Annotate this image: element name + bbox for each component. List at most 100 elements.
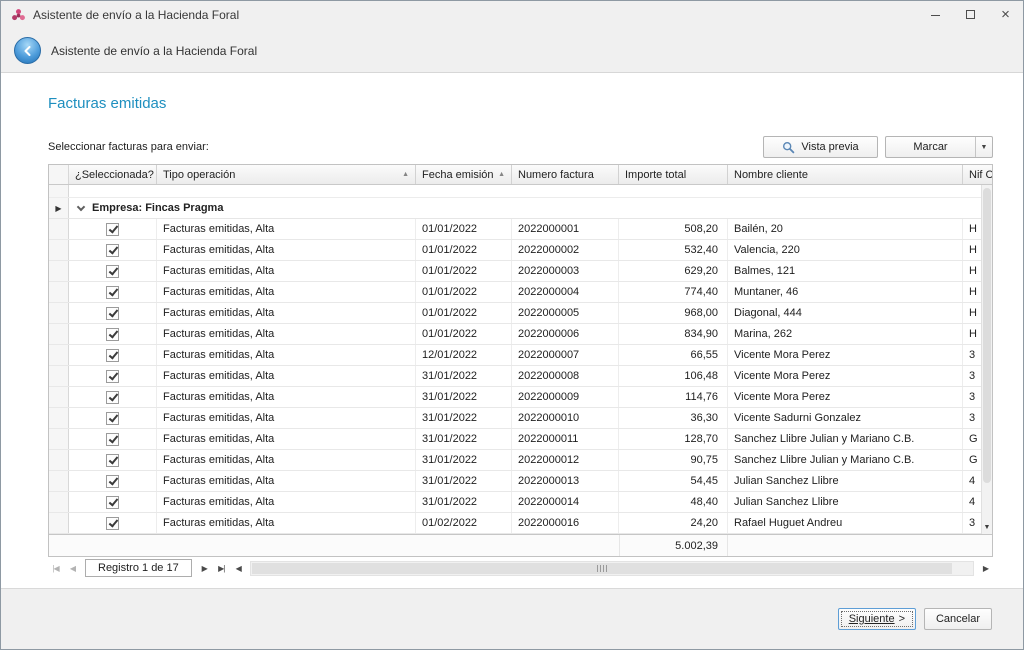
cell-nombre-cliente: Balmes, 121 bbox=[728, 261, 963, 281]
cell-seleccionada[interactable] bbox=[69, 219, 157, 239]
table-row[interactable]: Facturas emitidas, Alta 31/01/2022 20220… bbox=[49, 471, 981, 492]
row-indicator-cell bbox=[49, 185, 69, 197]
row-checkbox[interactable] bbox=[106, 265, 119, 278]
row-checkbox[interactable] bbox=[106, 223, 119, 236]
summary-spacer bbox=[49, 535, 619, 556]
column-header-tipo-operacion[interactable]: Tipo operación ▲ bbox=[157, 165, 416, 184]
row-checkbox[interactable] bbox=[106, 328, 119, 341]
first-record-button[interactable]: |◀ bbox=[48, 560, 63, 576]
close-button[interactable]: × bbox=[988, 1, 1023, 28]
table-row[interactable]: Facturas emitidas, Alta 01/01/2022 20220… bbox=[49, 261, 981, 282]
cell-importe-total: 36,30 bbox=[619, 408, 728, 428]
group-expand-icon[interactable] bbox=[77, 202, 85, 210]
cell-tipo-operacion: Facturas emitidas, Alta bbox=[157, 303, 416, 323]
marcar-button[interactable]: Marcar ▼ bbox=[885, 136, 993, 158]
cell-seleccionada[interactable] bbox=[69, 471, 157, 491]
cell-seleccionada[interactable] bbox=[69, 303, 157, 323]
cell-seleccionada[interactable] bbox=[69, 387, 157, 407]
table-row[interactable]: Facturas emitidas, Alta 01/01/2022 20220… bbox=[49, 282, 981, 303]
group-row-empresa[interactable]: ▶ Empresa: Fincas Pragma bbox=[49, 198, 981, 219]
column-header-label: ¿Seleccionada? bbox=[75, 169, 154, 181]
table-row[interactable]: Facturas emitidas, Alta 31/01/2022 20220… bbox=[49, 387, 981, 408]
scroll-down-icon[interactable]: ▼ bbox=[982, 524, 992, 532]
grid-rows: ▶ Empresa: Fincas Pragma Facturas emitid… bbox=[49, 185, 981, 534]
column-header-importe-total[interactable]: Importe total bbox=[619, 165, 728, 184]
cell-seleccionada[interactable] bbox=[69, 450, 157, 470]
horizontal-scrollbar[interactable] bbox=[250, 561, 974, 576]
cell-tipo-operacion: Facturas emitidas, Alta bbox=[157, 408, 416, 428]
cell-seleccionada[interactable] bbox=[69, 408, 157, 428]
horizontal-scrollbar-thumb[interactable] bbox=[252, 563, 953, 574]
summary-total-value: 5.002,39 bbox=[619, 535, 728, 556]
cell-seleccionada[interactable] bbox=[69, 345, 157, 365]
column-header-numero-factura[interactable]: Numero factura bbox=[512, 165, 619, 184]
next-record-button[interactable]: ▶ bbox=[197, 560, 212, 576]
row-checkbox[interactable] bbox=[106, 391, 119, 404]
cancelar-button[interactable]: Cancelar bbox=[924, 608, 992, 630]
table-row[interactable]: Facturas emitidas, Alta 01/01/2022 20220… bbox=[49, 303, 981, 324]
table-row[interactable]: Facturas emitidas, Alta 01/01/2022 20220… bbox=[49, 240, 981, 261]
table-row[interactable]: Facturas emitidas, Alta 31/01/2022 20220… bbox=[49, 366, 981, 387]
row-checkbox[interactable] bbox=[106, 370, 119, 383]
cell-importe-total: 968,00 bbox=[619, 303, 728, 323]
column-header-nombre-cliente[interactable]: Nombre cliente bbox=[728, 165, 963, 184]
previous-record-button[interactable]: ◀ bbox=[65, 560, 80, 576]
table-row[interactable]: Facturas emitidas, Alta 31/01/2022 20220… bbox=[49, 492, 981, 513]
siguiente-button[interactable]: Siguiente > bbox=[838, 608, 916, 630]
wizard-header-title: Asistente de envío a la Hacienda Foral bbox=[51, 44, 257, 58]
cell-tipo-operacion: Facturas emitidas, Alta bbox=[157, 366, 416, 386]
cell-tipo-operacion: Facturas emitidas, Alta bbox=[157, 471, 416, 491]
table-row[interactable]: Facturas emitidas, Alta 01/01/2022 20220… bbox=[49, 219, 981, 240]
row-indicator-cell bbox=[49, 345, 69, 365]
table-row[interactable]: Facturas emitidas, Alta 01/01/2022 20220… bbox=[49, 324, 981, 345]
column-header-nif-cliente[interactable]: Nif C bbox=[963, 165, 992, 184]
summary-row: 5.002,39 bbox=[49, 534, 992, 556]
cell-seleccionada[interactable] bbox=[69, 492, 157, 512]
cell-seleccionada[interactable] bbox=[69, 429, 157, 449]
table-row[interactable]: Facturas emitidas, Alta 31/01/2022 20220… bbox=[49, 450, 981, 471]
row-checkbox[interactable] bbox=[106, 412, 119, 425]
row-checkbox[interactable] bbox=[106, 475, 119, 488]
row-checkbox[interactable] bbox=[106, 517, 119, 530]
scrollbar-grip-icon bbox=[597, 565, 608, 572]
column-header-seleccionada[interactable]: ¿Seleccionada? bbox=[69, 165, 157, 184]
window-controls: × bbox=[918, 1, 1023, 29]
row-checkbox[interactable] bbox=[106, 454, 119, 467]
cell-nombre-cliente: Sanchez Llibre Julian y Mariano C.B. bbox=[728, 450, 963, 470]
table-row[interactable]: Facturas emitidas, Alta 01/02/2022 20220… bbox=[49, 513, 981, 534]
row-indicator-cell bbox=[49, 366, 69, 386]
cell-nif-cliente: H bbox=[963, 219, 981, 239]
vertical-scrollbar[interactable]: ▼ bbox=[981, 185, 992, 534]
row-checkbox[interactable] bbox=[106, 307, 119, 320]
column-header-fecha-emision[interactable]: Fecha emisión ▲ bbox=[416, 165, 512, 184]
titlebar[interactable]: Asistente de envío a la Hacienda Foral × bbox=[1, 1, 1023, 29]
cell-seleccionada[interactable] bbox=[69, 282, 157, 302]
cell-seleccionada[interactable] bbox=[69, 261, 157, 281]
table-row[interactable]: Facturas emitidas, Alta 31/01/2022 20220… bbox=[49, 408, 981, 429]
maximize-button[interactable] bbox=[953, 1, 988, 28]
table-row[interactable]: Facturas emitidas, Alta 12/01/2022 20220… bbox=[49, 345, 981, 366]
vista-previa-button[interactable]: Vista previa bbox=[763, 136, 878, 158]
row-checkbox[interactable] bbox=[106, 286, 119, 299]
hscroll-left-button[interactable]: ◀ bbox=[231, 560, 246, 576]
row-checkbox[interactable] bbox=[106, 349, 119, 362]
last-record-button[interactable]: ▶| bbox=[214, 560, 229, 576]
toolbar-row: Seleccionar facturas para enviar: Vista … bbox=[48, 136, 993, 158]
row-checkbox[interactable] bbox=[106, 433, 119, 446]
marcar-dropdown-button[interactable]: ▼ bbox=[975, 137, 992, 157]
row-checkbox[interactable] bbox=[106, 496, 119, 509]
row-checkbox[interactable] bbox=[106, 244, 119, 257]
back-button[interactable] bbox=[14, 37, 41, 64]
cell-fecha-emision: 31/01/2022 bbox=[416, 471, 512, 491]
cell-seleccionada[interactable] bbox=[69, 366, 157, 386]
cell-importe-total: 532,40 bbox=[619, 240, 728, 260]
cell-seleccionada[interactable] bbox=[69, 240, 157, 260]
hscroll-right-button[interactable]: ▶ bbox=[978, 560, 993, 576]
vertical-scrollbar-thumb[interactable] bbox=[983, 188, 991, 483]
cell-seleccionada[interactable] bbox=[69, 513, 157, 533]
cell-seleccionada[interactable] bbox=[69, 324, 157, 344]
minimize-button[interactable] bbox=[918, 1, 953, 28]
table-row[interactable]: Facturas emitidas, Alta 31/01/2022 20220… bbox=[49, 429, 981, 450]
cell-tipo-operacion: Facturas emitidas, Alta bbox=[157, 450, 416, 470]
cell-tipo-operacion: Facturas emitidas, Alta bbox=[157, 240, 416, 260]
